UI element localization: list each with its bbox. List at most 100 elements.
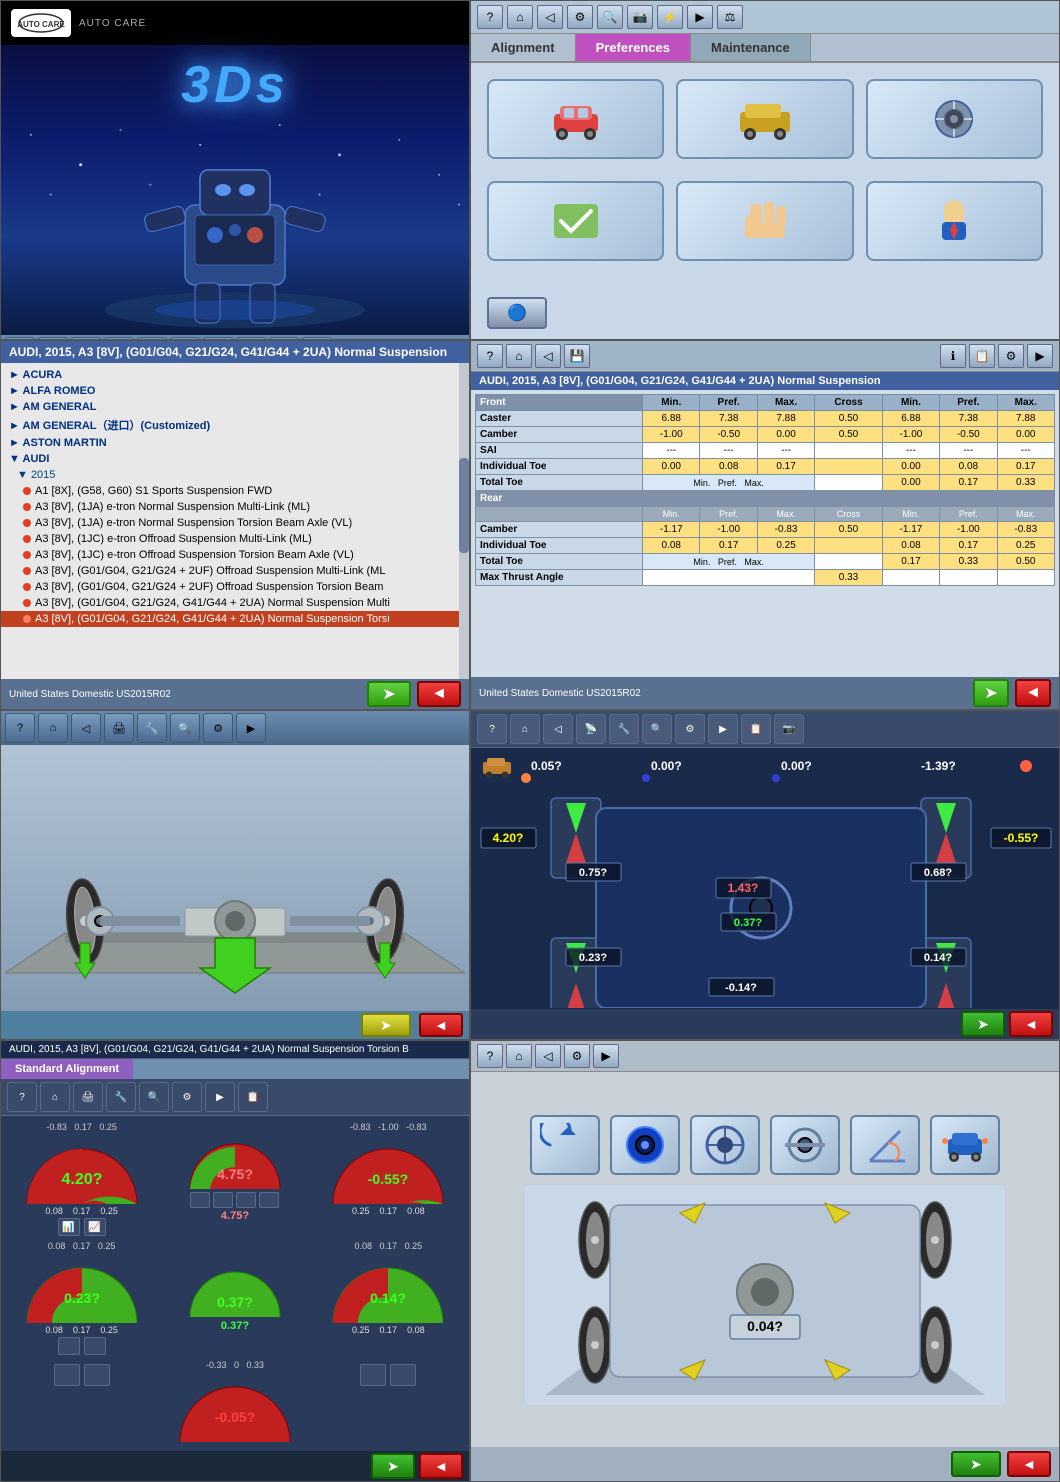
live-next-btn[interactable]: ▶ [708,714,738,744]
model-a3-g01-normal[interactable]: A3 [8V], (G01/G04, G21/G24, G41/G44 + 2U… [1,595,469,611]
brand-aston-martin[interactable]: ► ASTON MARTIN [1,435,469,451]
specs-settings-btn[interactable]: ⚙ [998,344,1024,368]
prefs-back-btn[interactable]: ◁ [537,5,563,29]
gauges-back-btn[interactable]: ◄ [419,1453,463,1479]
prefs-home-btn[interactable]: ⌂ [507,5,533,29]
gauge-settings-btn[interactable]: ⚙ [172,1082,202,1112]
specs-home-btn[interactable]: ⌂ [506,344,532,368]
live-back-btn[interactable]: ◁ [543,714,573,744]
model-a3-g01-tb[interactable]: A3 [8V], (G01/G04, G21/G24 + 2UF) Offroa… [1,579,469,595]
pref-icon-wheel-settings[interactable] [866,79,1043,159]
gauge1-icon2[interactable]: 📈 [84,1218,106,1236]
specs-list-btn[interactable]: 📋 [969,344,995,368]
brand-am-general[interactable]: ► AM GENERAL [1,399,469,415]
live-home-btn[interactable]: ⌂ [510,714,540,744]
prefs-icon4[interactable]: ▶ [687,5,713,29]
prefs-nav-btn[interactable]: 🔵 [487,297,547,329]
gauge-zoom-btn[interactable]: 🔍 [139,1082,169,1112]
gauge1-icon1[interactable]: 📊 [58,1218,80,1236]
prefs-settings-btn[interactable]: ⚙ [567,5,593,29]
model-a3-1jc-vl[interactable]: A3 [8V], (1JC) e-tron Offroad Suspension… [1,547,469,563]
gauge-list-btn[interactable]: 📋 [238,1082,268,1112]
gauge-print-btn[interactable]: 🖨 [73,1082,103,1112]
gauge4-icon1[interactable] [58,1337,80,1355]
gauge-next-btn[interactable]: ▶ [205,1082,235,1112]
tools-home-btn[interactable]: ⌂ [506,1044,532,1068]
tools-settings-btn[interactable]: ⚙ [564,1044,590,1068]
tool-car-with-sensors-icon[interactable] [930,1115,1000,1175]
brand-audi[interactable]: ▼ AUDI [1,451,469,467]
pref-icon-car[interactable] [487,79,664,159]
gauges-next-btn[interactable]: ➤ [371,1453,415,1479]
gauge2-icon2[interactable] [213,1192,233,1208]
vehicle-list-content[interactable]: ► ACURA ► ALFA ROMEO ► AM GENERAL ► AM G… [1,363,469,679]
prefs-icon5[interactable]: ⚖ [717,5,743,29]
live-back-nav-btn[interactable]: ◄ [1009,1011,1053,1037]
3d-yellow-next-btn[interactable]: ➤ [361,1013,411,1037]
3d-settings-btn[interactable]: ⚙ [203,713,233,743]
gauge2-icon4[interactable] [259,1192,279,1208]
gauge-help-btn[interactable]: ? [7,1082,37,1112]
tool-angle-icon[interactable] [850,1115,920,1175]
3d-next-btn[interactable]: ▶ [236,713,266,743]
specs-next-nav-btn[interactable]: ➤ [973,679,1009,707]
3d-help-btn[interactable]: ? [5,713,35,743]
brand-acura[interactable]: ► ACURA [1,367,469,383]
specs-back-btn[interactable]: ◁ [535,344,561,368]
3d-wrench-btn[interactable]: 🔧 [137,713,167,743]
specs-next-btn[interactable]: ▶ [1027,344,1053,368]
prefs-help-btn[interactable]: ? [477,5,503,29]
tools-back-btn[interactable]: ◁ [535,1044,561,1068]
3d-home-btn[interactable]: ⌂ [38,713,68,743]
gauge-wrench-btn[interactable]: 🔧 [106,1082,136,1112]
live-list-btn[interactable]: 📋 [741,714,771,744]
specs-back-nav-btn[interactable]: ◄ [1015,679,1051,707]
vehicle-next-btn[interactable]: ➤ [367,681,411,707]
tool-rotate-icon[interactable] [530,1115,600,1175]
gauge-home-btn[interactable]: ⌂ [40,1082,70,1112]
model-a3-1ja-vl[interactable]: A3 [8V], (1JA) e-tron Normal Suspension … [1,515,469,531]
model-a3-selected[interactable]: A3 [8V], (G01/G04, G21/G24, G41/G44 + 2U… [1,611,469,627]
tools-next-btn[interactable]: ➤ [951,1451,1001,1477]
gauge7-icon2[interactable] [84,1364,110,1386]
prefs-icon2[interactable]: 📷 [627,5,653,29]
audi-year[interactable]: ▼ 2015 [1,467,469,483]
3d-red-back-btn[interactable]: ◄ [419,1013,463,1037]
brand-am-general-custom[interactable]: ► AM GENERAL（进口）(Customized) [1,415,469,435]
gauge7-icon1[interactable] [54,1364,80,1386]
pref-icon-hand[interactable] [676,181,853,261]
brand-alfa-romeo[interactable]: ► ALFA ROMEO [1,383,469,399]
tools-next-btn[interactable]: ▶ [593,1044,619,1068]
live-tool-btn[interactable]: 🔧 [609,714,639,744]
live-sensor-btn[interactable]: 📡 [576,714,606,744]
tool-axle-icon[interactable] [770,1115,840,1175]
prefs-icon3[interactable]: ⚡ [657,5,683,29]
tools-back-btn[interactable]: ◄ [1007,1451,1051,1477]
model-a3-1jc-ml[interactable]: A3 [8V], (1JC) e-tron Offroad Suspension… [1,531,469,547]
pref-icon-check[interactable] [487,181,664,261]
3d-zoom-btn[interactable]: 🔍 [170,713,200,743]
pref-icon-suv[interactable] [676,79,853,159]
tool-wheel-blue-icon[interactable] [610,1115,680,1175]
gauge2-icon3[interactable] [236,1192,256,1208]
3d-back-btn[interactable]: ◁ [71,713,101,743]
live-help-btn[interactable]: ? [477,714,507,744]
live-zoom-btn[interactable]: 🔍 [642,714,672,744]
tools-help-btn[interactable]: ? [477,1044,503,1068]
tab-preferences[interactable]: Preferences [576,34,691,61]
tool-steering-icon[interactable] [690,1115,760,1175]
gauge2-icon1[interactable] [190,1192,210,1208]
specs-help-btn[interactable]: ? [477,344,503,368]
gauge4-icon2[interactable] [84,1337,106,1355]
live-settings-btn[interactable]: ⚙ [675,714,705,744]
pref-icon-person[interactable] [866,181,1043,261]
specs-info-btn[interactable]: ℹ [940,344,966,368]
model-a3-1ja-ml[interactable]: A3 [8V], (1JA) e-tron Normal Suspension … [1,499,469,515]
3d-print-btn[interactable]: 🖨 [104,713,134,743]
tab-alignment[interactable]: Alignment [471,34,576,61]
prefs-icon1[interactable]: 🔍 [597,5,623,29]
gauge9-icon2[interactable] [390,1364,416,1386]
tab-maintenance[interactable]: Maintenance [691,34,811,61]
live-camera-btn[interactable]: 📷 [774,714,804,744]
vehicle-back-btn[interactable]: ◄ [417,681,461,707]
